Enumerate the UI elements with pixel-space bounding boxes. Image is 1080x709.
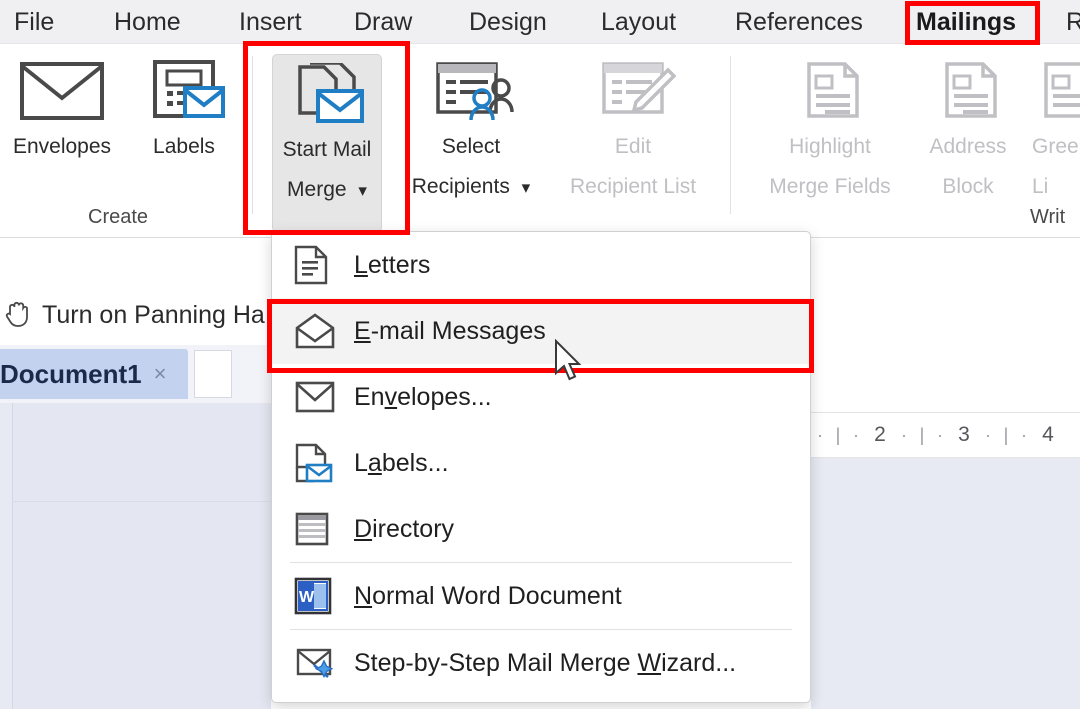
ribbon-body: Envelopes Labels Start Mail Merge ▾ Sele…: [0, 44, 1080, 238]
tab-layout[interactable]: Layout: [597, 2, 680, 42]
greeting-line-label-2: Li: [1032, 175, 1049, 198]
start-mail-merge-label-2-text: Merge: [287, 178, 347, 201]
document-tab-bar: Document1 ×: [0, 345, 271, 403]
tab-mailings[interactable]: Mailings: [912, 2, 1020, 42]
menu-item-directory-label: Directory: [354, 514, 455, 543]
menu-item-envelopes[interactable]: Envelopes...: [272, 364, 810, 430]
word-doc-icon: W: [294, 577, 338, 615]
edit-recipient-list-label-1: Edit: [614, 135, 652, 158]
start-mail-merge-label-1: Start Mail: [282, 138, 372, 161]
group-separator-create: [252, 56, 253, 214]
new-document-tab-button[interactable]: [194, 350, 232, 398]
menu-item-normal-word-document[interactable]: W Normal Word Document: [272, 563, 810, 629]
tab-references[interactable]: References: [731, 2, 867, 42]
ruler-mark-4: 4: [1042, 423, 1054, 446]
ribbon-tab-strip: File Home Insert Draw Design Layout Refe…: [0, 0, 1080, 44]
menu-item-labels-label: Labels...: [354, 448, 449, 477]
document-tab-label: Document1: [0, 358, 142, 389]
labels-label: Labels: [153, 135, 215, 158]
select-recipients-button[interactable]: Select Recipients ▾: [405, 60, 537, 208]
select-recipients-label-2: Recipients ▾: [405, 167, 537, 208]
envelopes-label: Envelopes: [12, 135, 112, 158]
menu-item-step-by-step-wizard-label: Step-by-Step Mail Merge Wizard...: [354, 648, 737, 677]
close-icon[interactable]: ×: [154, 361, 167, 387]
page-guide-line: [12, 501, 271, 502]
select-recipients-label-1: Select: [441, 135, 501, 158]
edit-recipient-list-label-2: Recipient List: [569, 175, 697, 198]
greeting-line-button[interactable]: Gree Li: [1032, 60, 1080, 207]
menu-item-labels[interactable]: Labels...: [272, 430, 810, 496]
hand-icon: [4, 298, 34, 333]
chevron-down-icon-2: ▾: [521, 178, 531, 197]
ruler-tick-0: ·: [817, 424, 823, 445]
document-canvas-left: [0, 403, 271, 709]
ruler-tick-2: ·: [853, 424, 859, 445]
group-label-create: Create: [88, 206, 149, 228]
address-block-button[interactable]: Address Block: [912, 60, 1024, 207]
page-surface: [12, 403, 271, 709]
ruler-tick-4: ·: [901, 424, 907, 445]
ruler-tick-1: |: [835, 424, 841, 445]
menu-item-letters[interactable]: Letters: [272, 232, 810, 298]
tab-design[interactable]: Design: [465, 2, 551, 42]
panning-hand-label: Turn on Panning Ha: [42, 300, 265, 329]
edit-recipient-list-button[interactable]: Edit Recipient List: [548, 60, 718, 207]
select-recipients-icon: [405, 60, 537, 127]
ruler-tick-10: ·: [1021, 424, 1027, 445]
document-canvas-right: [811, 458, 1080, 709]
start-mail-merge-label-2: Merge ▾: [273, 170, 381, 211]
envelope-icon: [8, 60, 116, 127]
edit-recipient-list-icon: [548, 60, 718, 127]
menu-item-step-by-step-wizard[interactable]: Step-by-Step Mail Merge Wizard...: [272, 630, 810, 696]
envelopes-button[interactable]: Envelopes: [8, 60, 116, 167]
select-recipients-label-2-text: Recipients: [411, 175, 510, 198]
chevron-down-icon: ▾: [358, 181, 367, 200]
tab-file[interactable]: File: [10, 2, 58, 42]
menu-item-directory[interactable]: Directory: [272, 496, 810, 562]
ruler-tick-9: |: [1003, 424, 1009, 445]
highlight-merge-fields-label-2: Merge Fields: [769, 175, 891, 198]
panning-hand-bar[interactable]: Turn on Panning Ha: [0, 285, 271, 345]
greeting-line-icon: [1032, 60, 1080, 127]
greeting-line-label-1: Gree: [1032, 135, 1079, 158]
word-window: File Home Insert Draw Design Layout Refe…: [0, 0, 1080, 709]
tab-draw[interactable]: Draw: [350, 2, 416, 42]
highlight-merge-fields-label-1: Highlight: [789, 135, 871, 158]
ruler-tick-5: |: [919, 424, 925, 445]
labels-icon: [130, 60, 238, 127]
start-mail-merge-icon: [273, 61, 381, 130]
tab-home[interactable]: Home: [110, 2, 185, 42]
start-mail-merge-menu: Letters E-mail Messages Envelopes... Lab…: [271, 231, 811, 703]
highlight-merge-fields-icon: [748, 60, 912, 127]
envelope-icon-menu: [294, 380, 338, 414]
start-mail-merge-button[interactable]: Start Mail Merge ▾: [272, 54, 382, 232]
ruler-tick-6: ·: [937, 424, 943, 445]
menu-item-letters-label: Letters: [354, 250, 431, 279]
svg-text:W: W: [299, 589, 315, 606]
label-icon: [294, 443, 338, 483]
ruler-tick-8: ·: [985, 424, 991, 445]
tab-insert[interactable]: Insert: [235, 2, 306, 42]
letters-icon: [294, 245, 338, 285]
ruler-mark-3: 3: [958, 423, 970, 446]
menu-item-email-messages[interactable]: E-mail Messages: [272, 298, 810, 364]
address-block-icon: [912, 60, 1024, 127]
email-icon: [294, 313, 338, 349]
document-tab-document1[interactable]: Document1 ×: [0, 349, 188, 399]
menu-item-envelopes-label: Envelopes...: [354, 382, 492, 411]
wizard-icon: [294, 645, 338, 681]
horizontal-ruler[interactable]: · | · 2 · | · 3 · | · 4: [811, 412, 1080, 458]
address-block-label-2: Block: [942, 175, 994, 198]
tab-review[interactable]: R: [1062, 2, 1080, 42]
ruler-mark-2: 2: [874, 423, 886, 446]
menu-item-normal-word-document-label: Normal Word Document: [354, 581, 622, 610]
group-separator-start: [730, 56, 731, 214]
menu-item-email-messages-label: E-mail Messages: [354, 316, 546, 345]
address-block-label-1: Address: [929, 135, 1007, 158]
directory-icon: [294, 511, 338, 547]
highlight-merge-fields-button[interactable]: Highlight Merge Fields: [748, 60, 912, 207]
group-label-write-insert-fields: Writ: [1030, 206, 1066, 228]
labels-button[interactable]: Labels: [130, 60, 238, 167]
